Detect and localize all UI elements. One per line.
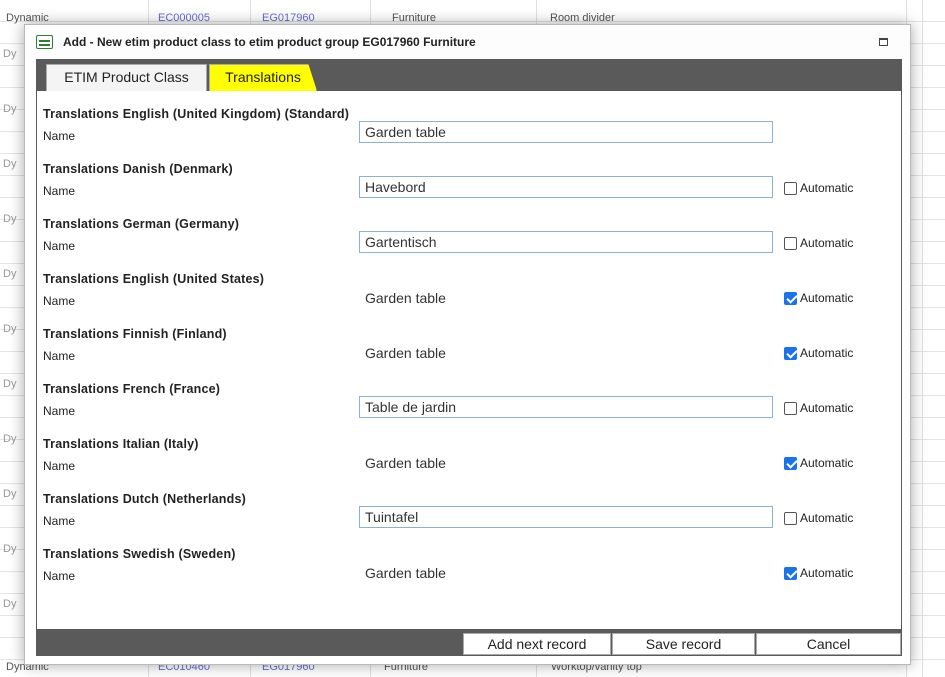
- checkbox-unchecked-icon[interactable]: [784, 511, 797, 525]
- section-heading: Translations French (France): [43, 382, 221, 396]
- bg-side-text: Dy: [3, 158, 17, 170]
- automatic-toggle[interactable]: Automatic: [784, 456, 853, 470]
- name-label: Name: [43, 404, 76, 418]
- translation-section: Translations Swedish (Sweden) Name Garden …: [43, 547, 893, 602]
- automatic-label: Automatic: [800, 401, 854, 415]
- bg-cell: Room divider: [550, 12, 615, 24]
- bg-side-text: Dy: [3, 213, 17, 225]
- translation-section: Translations French (France) Name Automati…: [43, 382, 893, 437]
- automatic-label: Automatic: [800, 236, 854, 250]
- add-dialog: Add - New etim product class to etim pro…: [24, 24, 911, 665]
- tab-translations[interactable]: Translations: [209, 64, 317, 91]
- name-input[interactable]: [359, 231, 773, 253]
- section-heading: Translations English (United States): [43, 272, 265, 286]
- name-label: Name: [43, 349, 76, 363]
- form-icon: [36, 35, 53, 49]
- translation-section: Translations Danish (Denmark) Name Automat…: [43, 162, 893, 217]
- translation-section: Translations Italian (Italy) Name Garden t…: [43, 437, 893, 492]
- section-heading: Translations German (Germany): [43, 217, 240, 231]
- automatic-toggle[interactable]: Automatic: [784, 401, 853, 415]
- name-input[interactable]: [359, 396, 773, 418]
- add-next-record-button[interactable]: Add next record: [463, 633, 611, 655]
- automatic-toggle[interactable]: Automatic: [784, 511, 853, 525]
- cancel-button[interactable]: Cancel: [756, 633, 901, 655]
- name-label: Name: [43, 184, 76, 198]
- checkbox-checked-icon[interactable]: [784, 566, 797, 580]
- bg-side-text: Dy: [3, 433, 17, 445]
- translation-section: Translations Dutch (Netherlands) Name Auto…: [43, 492, 893, 547]
- bg-cell: Furniture: [392, 12, 437, 24]
- section-heading: Translations Italian (Italy): [43, 437, 199, 451]
- automatic-toggle[interactable]: Automatic: [784, 291, 853, 305]
- name-label: Name: [43, 459, 76, 473]
- checkbox-checked-icon[interactable]: [784, 291, 797, 305]
- dialog-title: Add - New etim product class to etim pro…: [63, 35, 476, 49]
- bg-cell: Dynamic: [6, 12, 49, 24]
- name-input[interactable]: [359, 121, 773, 143]
- automatic-label: Automatic: [800, 511, 854, 525]
- name-label: Name: [43, 294, 76, 308]
- translation-section: Translations Finnish (Finland) Name Garden…: [43, 327, 893, 382]
- section-heading: Translations English (United Kingdom) (S…: [43, 107, 350, 121]
- checkbox-unchecked-icon[interactable]: [784, 236, 797, 250]
- section-heading: Translations Danish (Denmark): [43, 162, 233, 176]
- automatic-label: Automatic: [800, 181, 854, 195]
- automatic-label: Automatic: [800, 291, 854, 305]
- automatic-toggle[interactable]: Automatic: [784, 566, 853, 580]
- name-value: Garden table: [365, 345, 446, 361]
- checkbox-checked-icon[interactable]: [784, 346, 797, 360]
- checkbox-unchecked-icon[interactable]: [784, 401, 797, 415]
- automatic-label: Automatic: [800, 566, 854, 580]
- automatic-toggle[interactable]: Automatic: [784, 346, 853, 360]
- bg-side-text: Dy: [3, 103, 17, 115]
- name-label: Name: [43, 129, 76, 143]
- name-value: Garden table: [365, 565, 446, 581]
- section-heading: Translations Finnish (Finland): [43, 327, 227, 341]
- bg-cell-link[interactable]: EG017960: [262, 12, 315, 24]
- tab-bar: ETIM Product Class Translations: [37, 60, 901, 91]
- dialog-content: ETIM Product Class Translations Translat…: [36, 59, 902, 656]
- automatic-toggle[interactable]: Automatic: [784, 181, 853, 195]
- name-value: Garden table: [365, 290, 446, 306]
- checkbox-unchecked-icon[interactable]: [784, 181, 797, 195]
- section-heading: Translations Dutch (Netherlands): [43, 492, 246, 506]
- tab-etim-product-class[interactable]: ETIM Product Class: [46, 64, 207, 91]
- maximize-icon[interactable]: [879, 38, 888, 46]
- bg-side-text: Dy: [3, 323, 17, 335]
- automatic-toggle[interactable]: Automatic: [784, 236, 853, 250]
- name-value: Garden table: [365, 455, 446, 471]
- section-heading: Translations Swedish (Sweden): [43, 547, 236, 561]
- automatic-label: Automatic: [800, 456, 854, 470]
- bg-side-text: Dy: [3, 378, 17, 390]
- name-label: Name: [43, 569, 76, 583]
- bg-side-text: Dy: [3, 268, 17, 280]
- checkbox-checked-icon[interactable]: [784, 456, 797, 470]
- bg-cell-link[interactable]: EC000005: [158, 12, 210, 24]
- save-record-button[interactable]: Save record: [612, 633, 755, 655]
- name-label: Name: [43, 239, 76, 253]
- translation-section: Translations German (Germany) Name Automat…: [43, 217, 893, 272]
- translation-section: Translations English (United States) Name…: [43, 272, 893, 327]
- automatic-label: Automatic: [800, 346, 854, 360]
- dialog-titlebar[interactable]: Add - New etim product class to etim pro…: [25, 25, 910, 59]
- name-input[interactable]: [359, 176, 773, 198]
- bg-side-text: Dy: [3, 543, 17, 555]
- name-label: Name: [43, 514, 76, 528]
- dialog-footer: Add next record Save record Cancel: [37, 629, 901, 655]
- bg-side-text: Dy: [3, 48, 17, 60]
- name-input[interactable]: [359, 506, 773, 528]
- translation-section: Translations English (United Kingdom) (S…: [43, 107, 893, 162]
- bg-side-text: Dy: [3, 488, 17, 500]
- bg-side-text: Dy: [3, 598, 17, 610]
